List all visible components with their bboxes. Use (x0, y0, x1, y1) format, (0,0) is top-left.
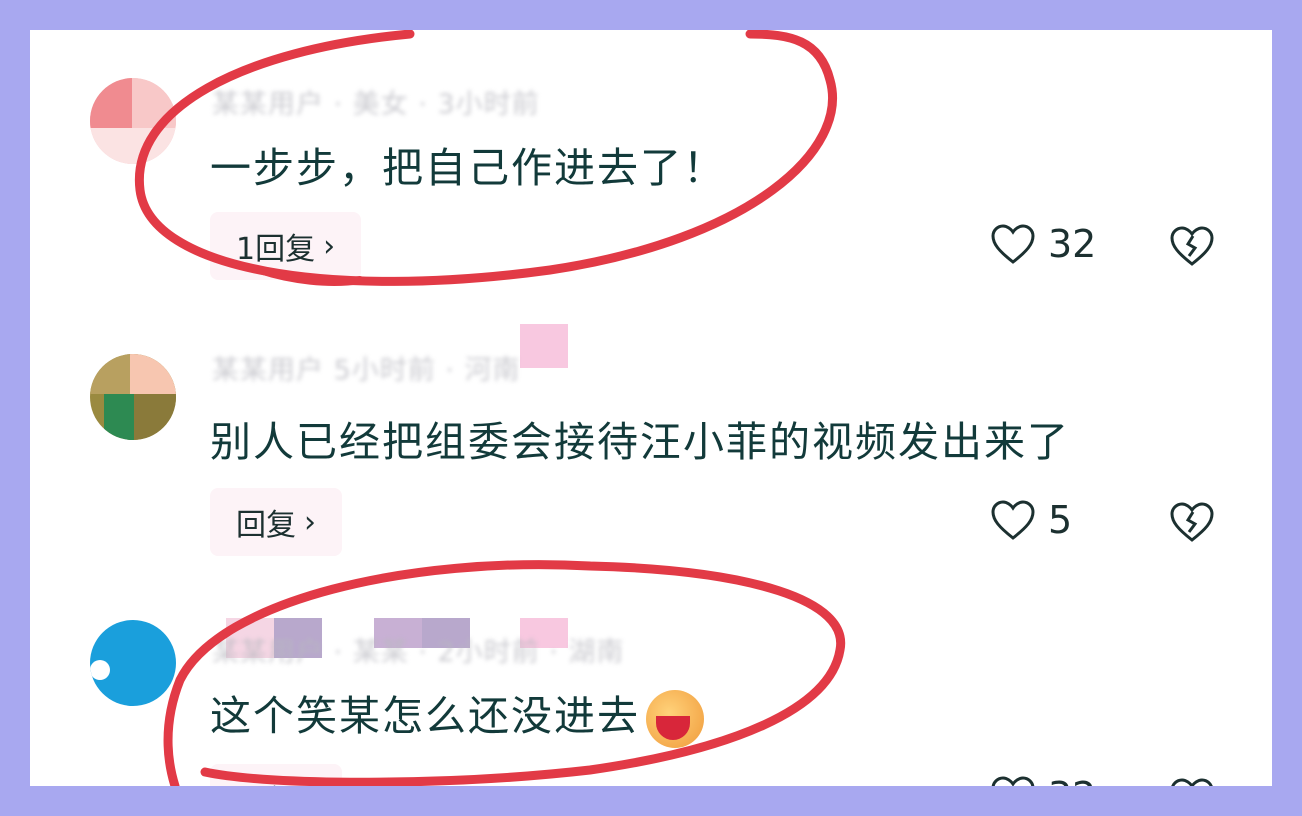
comment-text-body: 这个笑某怎么还没进去 (210, 692, 640, 740)
comment-text: 别人已经把组委会接待汪小菲的视频发出来了 (210, 418, 1070, 466)
heart-outline-icon (991, 500, 1035, 540)
comment-list: 某某用户 · 美女 · 3小时前 一步步，把自己作进去了！ 1回复 › 32 某… (30, 30, 1272, 786)
like-button[interactable]: 32 (990, 774, 1096, 786)
broken-heart-icon[interactable] (1168, 224, 1216, 268)
reply-label: 1回复 (236, 232, 316, 267)
broken-heart-icon[interactable] (1168, 500, 1216, 544)
comment-meta: 某某用户 · 美女 · 3小时前 (212, 89, 540, 120)
comment-meta: 某某用户 · 某某 · 2小时前 · 湖南 (212, 637, 625, 668)
reply-button[interactable]: 回复 › (210, 764, 342, 786)
redaction-block (520, 324, 568, 368)
heart-outline-icon (991, 224, 1035, 264)
chevron-right-icon: › (323, 228, 336, 264)
reply-button[interactable]: 1回复 › (210, 212, 362, 280)
like-button[interactable]: 5 (990, 498, 1072, 542)
laughing-face-emoji (646, 690, 704, 748)
avatar[interactable] (90, 354, 176, 440)
avatar[interactable] (90, 78, 176, 164)
like-count: 32 (1048, 774, 1096, 786)
chevron-right-icon: › (304, 781, 316, 787)
like-count: 5 (1048, 498, 1073, 542)
broken-heart-icon[interactable] (1168, 776, 1216, 786)
reply-label: 回复 (236, 776, 296, 786)
like-count: 32 (1048, 222, 1097, 266)
comment-meta: 某某用户 5小时前 · 河南 (212, 355, 521, 386)
reply-label: 回复 (236, 508, 296, 543)
avatar[interactable] (90, 620, 176, 706)
chevron-right-icon: › (304, 504, 316, 540)
like-button[interactable]: 32 (990, 222, 1096, 266)
comment-text: 这个笑某怎么还没进去 (210, 682, 704, 748)
comment-text: 一步步，把自己作进去了！ (210, 144, 726, 192)
reply-button[interactable]: 回复 › (210, 488, 342, 556)
heart-outline-icon (991, 776, 1035, 786)
annotation-circle-2 (163, 560, 846, 786)
